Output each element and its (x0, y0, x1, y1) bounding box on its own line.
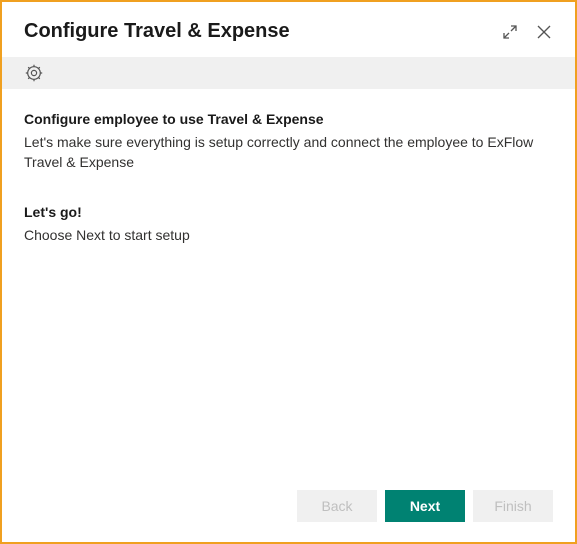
section-heading-1: Configure employee to use Travel & Expen… (24, 111, 553, 127)
dialog-content: Configure employee to use Travel & Expen… (2, 89, 575, 474)
close-icon[interactable] (535, 23, 553, 41)
toolbar (2, 57, 575, 89)
back-button[interactable]: Back (297, 490, 377, 522)
section-description-1: Let's make sure everything is setup corr… (24, 133, 553, 172)
section-description-2: Choose Next to start setup (24, 226, 553, 246)
header-actions (501, 23, 553, 41)
section-heading-2: Let's go! (24, 204, 553, 220)
dialog-header: Configure Travel & Expense (2, 2, 575, 57)
gear-icon (24, 63, 44, 83)
dialog-footer: Back Next Finish (2, 474, 575, 542)
next-button[interactable]: Next (385, 490, 465, 522)
finish-button[interactable]: Finish (473, 490, 553, 522)
expand-icon[interactable] (501, 23, 519, 41)
dialog-title: Configure Travel & Expense (24, 20, 501, 43)
